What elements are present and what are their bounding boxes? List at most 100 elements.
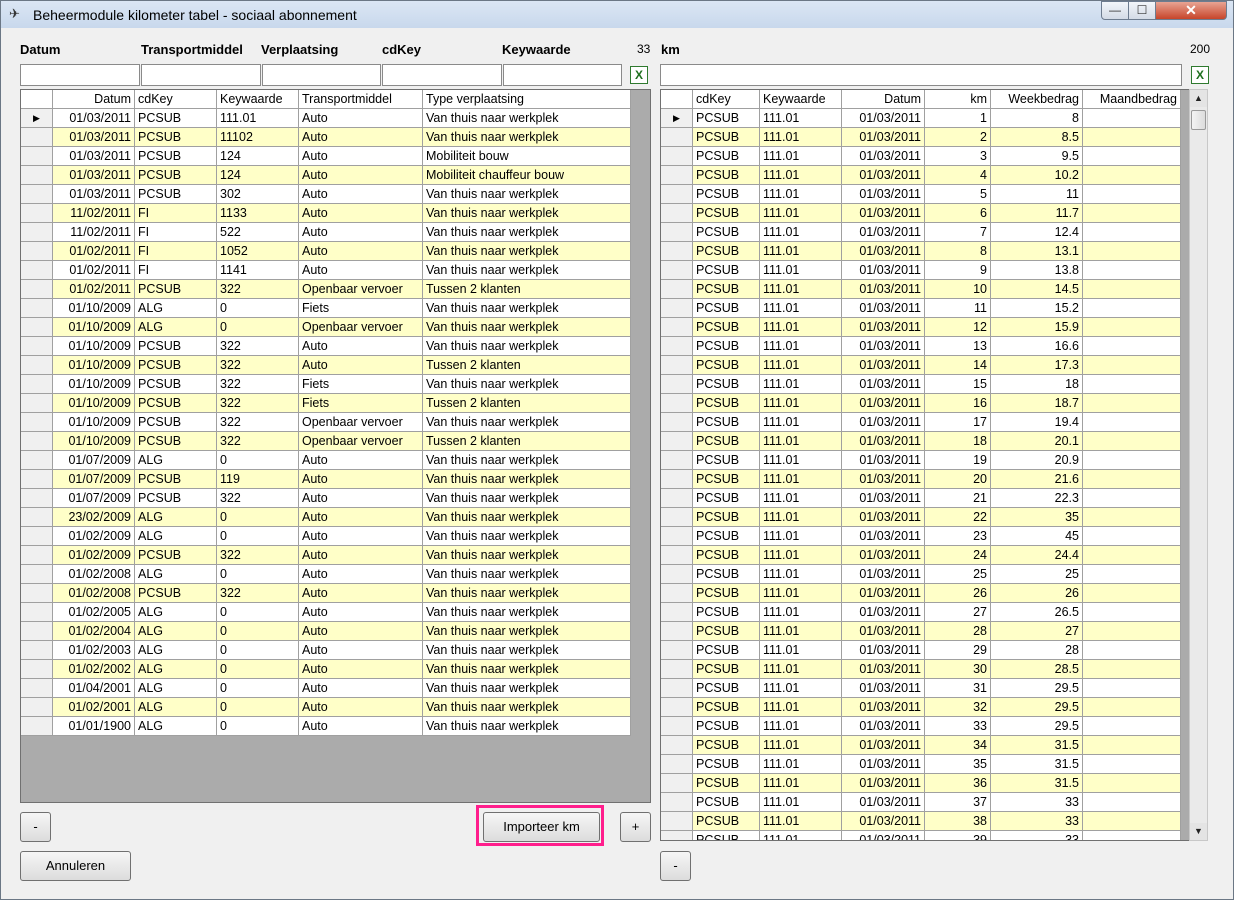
table-cell[interactable]: 01/03/2011	[842, 318, 925, 337]
filter-transportmiddel-input[interactable]	[141, 64, 261, 86]
table-cell[interactable]: Tussen 2 klanten	[423, 356, 631, 375]
row-selector[interactable]	[661, 565, 693, 584]
table-cell[interactable]: Van thuis naar werkplek	[423, 470, 631, 489]
table-cell[interactable]: ALG	[135, 698, 217, 717]
table-row[interactable]: 11/02/2011 FI 1133 Auto Van thuis naar werkp…	[21, 204, 631, 223]
table-cell[interactable]: Van thuis naar werkplek	[423, 584, 631, 603]
table-row[interactable]: PCSUB 111.01 01/03/2011 12 15.9	[661, 318, 1181, 337]
table-row[interactable]: 01/10/2009 PCSUB 322 Auto Tussen 2 klanten	[21, 356, 631, 375]
table-cell[interactable]: PCSUB	[693, 679, 760, 698]
table-cell[interactable]: 111.01	[760, 679, 842, 698]
table-cell[interactable]: Tussen 2 klanten	[423, 280, 631, 299]
table-cell[interactable]: 8	[925, 242, 991, 261]
table-cell[interactable]: 31.5	[991, 736, 1083, 755]
table-cell[interactable]: 0	[217, 679, 299, 698]
table-cell[interactable]: 01/03/2011	[842, 717, 925, 736]
row-selector-header[interactable]	[21, 90, 53, 109]
table-cell[interactable]: 01/07/2009	[53, 451, 135, 470]
left-remove-button[interactable]: -	[20, 812, 51, 842]
table-cell[interactable]: 16.6	[991, 337, 1083, 356]
table-cell[interactable]: 322	[217, 546, 299, 565]
table-cell[interactable]	[1083, 622, 1181, 641]
row-selector[interactable]	[661, 299, 693, 318]
table-row[interactable]: PCSUB 111.01 01/03/2011 28 27	[661, 622, 1181, 641]
table-cell[interactable]: 30	[925, 660, 991, 679]
table-cell[interactable]: PCSUB	[693, 261, 760, 280]
table-cell[interactable]: 0	[217, 717, 299, 736]
table-cell[interactable]	[1083, 204, 1181, 223]
table-cell[interactable]	[1083, 375, 1181, 394]
filter-km-input[interactable]	[660, 64, 1182, 86]
table-cell[interactable]: 111.01	[760, 375, 842, 394]
table-cell[interactable]: 01/03/2011	[842, 356, 925, 375]
row-selector[interactable]	[661, 774, 693, 793]
row-selector[interactable]	[21, 470, 53, 489]
table-row[interactable]: PCSUB 111.01 01/03/2011 26 26	[661, 584, 1181, 603]
table-cell[interactable]: PCSUB	[135, 337, 217, 356]
table-cell[interactable]: 111.01	[760, 641, 842, 660]
table-cell[interactable]: Fiets	[299, 394, 423, 413]
row-selector[interactable]	[661, 603, 693, 622]
row-selector[interactable]	[21, 147, 53, 166]
table-cell[interactable]: 01/03/2011	[842, 489, 925, 508]
table-row[interactable]: PCSUB 111.01 01/03/2011 39 33	[661, 831, 1181, 840]
table-cell[interactable]: 01/10/2009	[53, 375, 135, 394]
table-cell[interactable]: FI	[135, 204, 217, 223]
table-cell[interactable]: 322	[217, 280, 299, 299]
table-cell[interactable]	[1083, 223, 1181, 242]
row-selector[interactable]	[21, 451, 53, 470]
table-cell[interactable]	[1083, 432, 1181, 451]
table-cell[interactable]: 27	[925, 603, 991, 622]
table-cell[interactable]	[1083, 736, 1181, 755]
table-cell[interactable]: 01/03/2011	[53, 166, 135, 185]
table-cell[interactable]	[1083, 793, 1181, 812]
row-selector[interactable]	[21, 584, 53, 603]
table-cell[interactable]: Van thuis naar werkplek	[423, 451, 631, 470]
row-selector[interactable]	[21, 128, 53, 147]
table-row[interactable]: 01/02/2008 PCSUB 322 Auto Van thuis naar wer…	[21, 584, 631, 603]
table-cell[interactable]: Auto	[299, 223, 423, 242]
table-cell[interactable]: PCSUB	[693, 622, 760, 641]
table-cell[interactable]: 01/02/2003	[53, 641, 135, 660]
table-cell[interactable]: 111.01	[760, 109, 842, 128]
table-cell[interactable]: 111.01	[760, 755, 842, 774]
row-selector[interactable]	[21, 603, 53, 622]
table-cell[interactable]: 13.8	[991, 261, 1083, 280]
table-cell[interactable]: 29.5	[991, 679, 1083, 698]
table-cell[interactable]: Van thuis naar werkplek	[423, 546, 631, 565]
table-cell[interactable]: 33	[991, 812, 1083, 831]
filter-cdkey-input[interactable]	[382, 64, 502, 86]
table-cell[interactable]: Auto	[299, 242, 423, 261]
table-cell[interactable]	[1083, 242, 1181, 261]
table-row[interactable]: PCSUB 111.01 01/03/2011 18 20.1	[661, 432, 1181, 451]
table-cell[interactable]: 111.01	[760, 603, 842, 622]
row-selector[interactable]	[661, 166, 693, 185]
table-cell[interactable]: 01/10/2009	[53, 413, 135, 432]
table-cell[interactable]	[1083, 261, 1181, 280]
table-cell[interactable]: 111.01	[760, 451, 842, 470]
table-cell[interactable]: Auto	[299, 109, 423, 128]
table-cell[interactable]: Auto	[299, 660, 423, 679]
table-cell[interactable]: Auto	[299, 356, 423, 375]
table-cell[interactable]: PCSUB	[135, 356, 217, 375]
table-cell[interactable]: 111.01	[760, 774, 842, 793]
table-cell[interactable]: 111.01	[760, 831, 842, 840]
table-cell[interactable]: Auto	[299, 204, 423, 223]
table-cell[interactable]: ALG	[135, 603, 217, 622]
table-row[interactable]: 23/02/2009 ALG 0 Auto Van thuis naar werkple…	[21, 508, 631, 527]
table-cell[interactable]: 01/03/2011	[842, 147, 925, 166]
table-cell[interactable]: 111.01	[760, 299, 842, 318]
row-selector[interactable]	[661, 470, 693, 489]
table-cell[interactable]: 01/03/2011	[842, 299, 925, 318]
table-cell[interactable]	[1083, 660, 1181, 679]
table-cell[interactable]: ALG	[135, 527, 217, 546]
table-cell[interactable]: 111.01	[760, 736, 842, 755]
table-row[interactable]: PCSUB 111.01 01/03/2011 21 22.3	[661, 489, 1181, 508]
table-cell[interactable]: 111.01	[217, 109, 299, 128]
row-selector[interactable]	[661, 261, 693, 280]
table-cell[interactable]: 0	[217, 622, 299, 641]
table-row[interactable]: PCSUB 111.01 01/03/2011 8 13.1	[661, 242, 1181, 261]
cancel-button[interactable]: Annuleren	[20, 851, 131, 881]
column-header[interactable]: Datum	[842, 90, 925, 109]
table-cell[interactable]: 22	[925, 508, 991, 527]
